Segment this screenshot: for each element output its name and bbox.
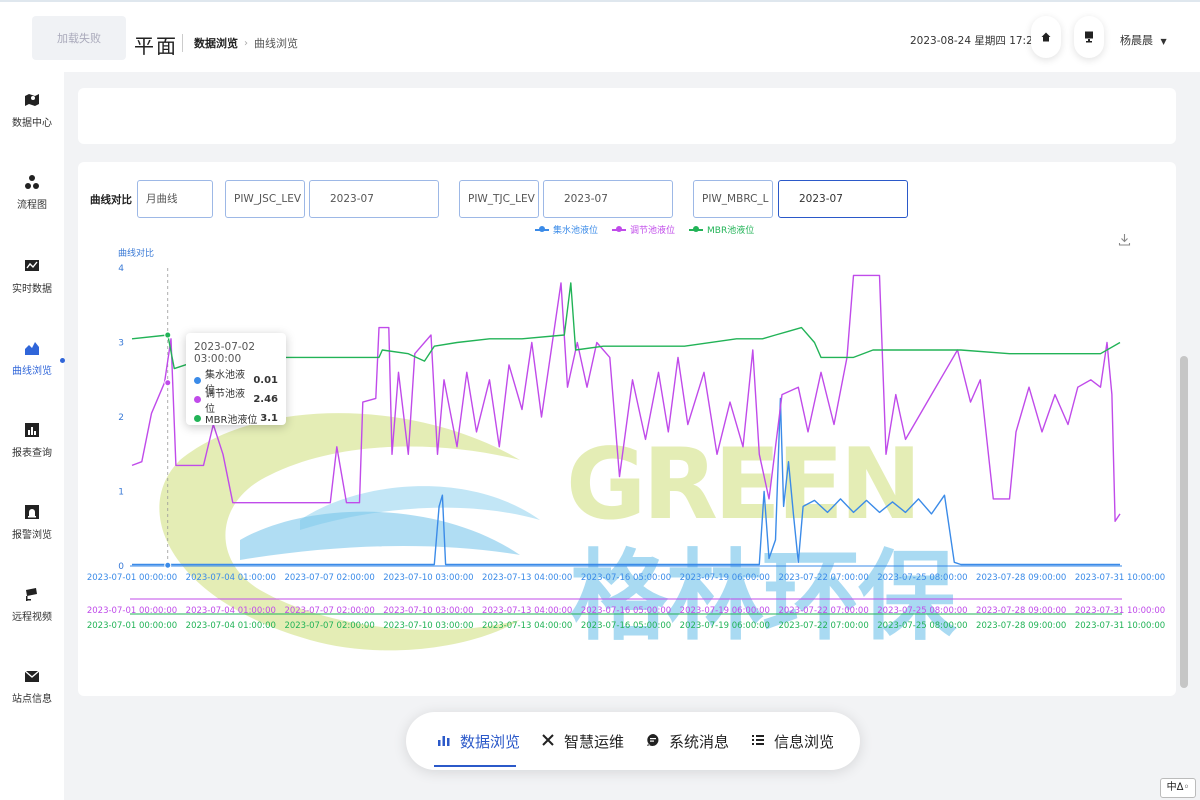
bar-chart-icon [436, 733, 452, 751]
tooltip-row: MBR池液位 3.1 [194, 409, 278, 428]
x-tick-label: 2023-07-25 08:00:00 [877, 621, 967, 631]
bottom-nav-smart-ops[interactable]: 智慧运维 [540, 731, 624, 752]
x-tick-label: 2023-07-07 02:00:00 [284, 573, 374, 583]
tooltip-value: 2.46 [253, 394, 278, 405]
x-tick-label: 2023-07-10 03:00:00 [383, 621, 473, 631]
x-tick-label: 2023-07-19 06:00:00 [680, 621, 770, 631]
x-tick-label: 2023-07-31 10:00:00 [1075, 573, 1165, 583]
x-tick-label: 2023-07-28 09:00:00 [976, 573, 1066, 583]
tooltip-series-name: MBR池液位 [205, 415, 258, 426]
x-tick-label: 2023-07-01 00:00:00 [87, 573, 177, 583]
x-tick-label: 2023-07-28 09:00:00 [976, 621, 1066, 631]
tooltip-time: 2023-07-02 03:00:00 [194, 341, 256, 365]
line-chart[interactable]: 0 1 2 3 4 2023-07-01 00:00:00 2023-07-04 01:00… [0, 0, 1200, 800]
x-tick-label: 2023-07-07 02:00:00 [284, 621, 374, 631]
x-tick-label: 2023-07-04 01:00:00 [186, 621, 276, 631]
tooltip-row: 调节池液位 2.46 [194, 389, 278, 415]
hover-point [164, 379, 172, 387]
y-tick-label: 0 [118, 562, 124, 572]
tooltip-value: 0.01 [253, 375, 278, 386]
x-tick-label: 2023-07-19 06:00:00 [680, 573, 770, 583]
bottom-nav-label: 系统消息 [669, 733, 730, 751]
x-tick-label: 2023-07-22 07:00:00 [778, 621, 868, 631]
y-tick-label: 4 [118, 264, 124, 274]
x-tick-label: 2023-07-16 05:00:00 [581, 573, 671, 583]
hover-point [164, 561, 172, 569]
tooltip-value: 3.1 [260, 413, 278, 424]
bottom-nav-system-messages[interactable]: 系统消息 [645, 731, 729, 752]
list-icon [750, 733, 766, 751]
x-tick-label: 2023-07-13 04:00:00 [482, 573, 572, 583]
x-tick-label: 2023-07-25 08:00:00 [877, 573, 967, 583]
bottom-nav-info-browse[interactable]: 信息浏览 [750, 731, 834, 752]
x-tick-label: 2023-07-22 07:00:00 [778, 573, 868, 583]
x-tick-label: 2023-07-31 10:00:00 [1075, 621, 1165, 631]
tooltip-dot [194, 415, 201, 422]
x-tick-label: 2023-07-16 05:00:00 [581, 621, 671, 631]
bottom-nav-label: 智慧运维 [564, 733, 625, 751]
bottom-nav-label: 信息浏览 [774, 733, 835, 751]
y-tick-label: 2 [118, 413, 124, 423]
bottom-nav-data-browse[interactable]: 数据浏览 [436, 731, 520, 752]
x-tick-label: 2023-07-04 01:00:00 [186, 573, 276, 583]
chart-tooltip: 2023-07-02 03:00:00 集水池液位 0.01 调节池液位 2.46 … [186, 333, 286, 428]
ime-indicator[interactable]: 中ᐃ◦ [1160, 778, 1196, 798]
y-tick-label: 3 [118, 339, 124, 349]
x-tick-label: 2023-07-13 04:00:00 [482, 621, 572, 631]
message-icon [645, 733, 661, 751]
tooltip-dot [194, 396, 201, 403]
bottom-nav-label: 数据浏览 [460, 733, 521, 751]
y-tick-label: 1 [118, 488, 124, 498]
x-tick-label: 2023-07-01 00:00:00 [87, 621, 177, 631]
tools-icon [540, 733, 556, 751]
hover-point [164, 331, 172, 339]
active-tab-underline [434, 765, 516, 767]
tooltip-dot [194, 377, 201, 384]
tooltip-series-name: 调节池液位 [205, 388, 245, 415]
x-tick-label: 2023-07-10 03:00:00 [383, 573, 473, 583]
